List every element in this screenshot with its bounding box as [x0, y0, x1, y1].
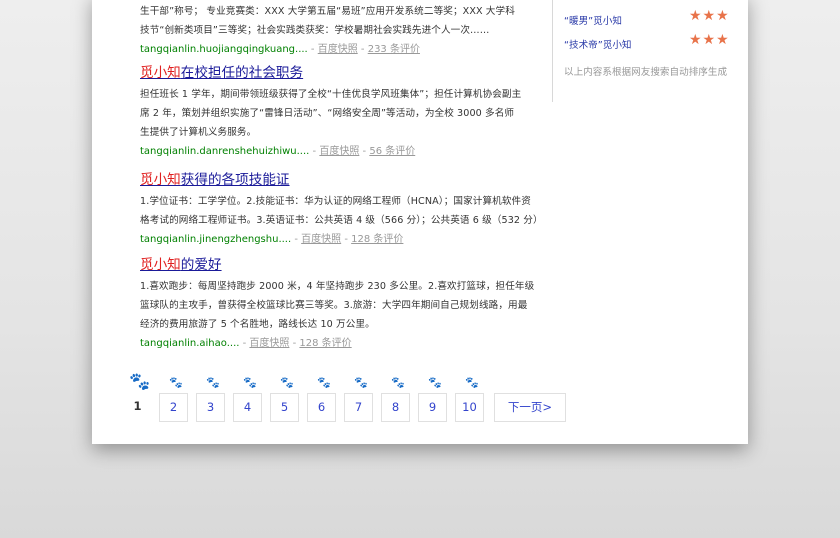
pagination: 1 2 3 4 5 6 7 8 9 10 下一页> — [129, 393, 669, 423]
desc-line: 生提供了计算机义务服务。 — [140, 127, 257, 138]
sidebar-item-label: “技术帝”觅小知 — [564, 40, 632, 51]
desc-line: 经济的费用旅游了 5 个名胜地，路线长达 10 万公里。 — [140, 319, 375, 330]
title-text: 获得的各项技能证 — [180, 172, 290, 188]
comments-link[interactable]: 128 条评价 — [351, 234, 403, 245]
title-highlight: 觅小知 — [140, 257, 181, 273]
title-highlight: 觅小知 — [140, 65, 181, 81]
cache-link[interactable]: 百度快照 — [319, 146, 359, 157]
page-5-button[interactable]: 5 — [270, 393, 299, 422]
result-description: 1.喜欢跑步：每周坚持跑步 2000 米，4 年坚持跑步 230 多公里。2.喜… — [140, 277, 534, 334]
sidebar-related: “暖男”觅小知 ★★★ “技术帝”觅小知 ★★★ 以上内容系根据网友搜索自动排序… — [564, 0, 746, 78]
page-9-button[interactable]: 9 — [418, 393, 447, 422]
star-rating-icon: ★★★ — [689, 32, 730, 48]
baidu-paw-icon: 🐾 — [129, 372, 151, 392]
title-text: 在校担任的社会职务 — [180, 65, 304, 81]
result-url[interactable]: tangqianlin.danrenshehuizhiwu.... — [140, 146, 309, 157]
meta-separator: - — [344, 234, 348, 245]
page-2-button[interactable]: 2 — [159, 393, 188, 422]
meta-separator: - — [292, 338, 297, 349]
result-url[interactable]: tangqianlin.huojiangqingkuang.... — [140, 44, 308, 55]
sidebar-top-cut — [564, 0, 746, 8]
paw-icon: 🐾 — [428, 376, 442, 389]
paw-icon: 🐾 — [465, 376, 479, 389]
page-6-button[interactable]: 6 — [307, 393, 336, 422]
result-meta: tangqianlin.huojiangqingkuang.... - 百度快照… — [140, 43, 515, 57]
paw-icon: 🐾 — [280, 376, 294, 389]
search-result-certificates: 觅小知获得的各项技能证 1.学位证书：工学学位。2.技能证书：华为认证的网络工程… — [140, 168, 543, 247]
page-10-button[interactable]: 10 — [455, 393, 484, 422]
comments-link[interactable]: 233 条评价 — [368, 44, 420, 55]
meta-separator: - — [242, 338, 247, 349]
comments-link[interactable]: 56 条评价 — [369, 146, 415, 157]
result-meta: tangqianlin.danrenshehuizhiwu.... - 百度快照… — [140, 145, 521, 159]
column-divider — [552, 0, 553, 102]
meta-separator: - — [294, 234, 298, 245]
result-title[interactable]: 觅小知在校担任的社会职务 — [140, 61, 521, 81]
result-url[interactable]: tangqianlin.jinengzhengshu.... — [140, 234, 291, 245]
desc-line: 担任班长 1 学年，期间带领班级获得了全校“十佳优良学风班集体”；担任计算机协会… — [140, 89, 522, 100]
paw-icon: 🐾 — [354, 376, 368, 389]
result-url[interactable]: tangqianlin.aihao.... — [140, 338, 239, 349]
pager-paw-row: 🐾 🐾 🐾 🐾 🐾 🐾 🐾 🐾 🐾 🐾 — [129, 372, 489, 392]
desc-line: 1.喜欢跑步：每周坚持跑步 2000 米，4 年坚持跑步 230 多公里。2.喜… — [140, 281, 535, 292]
desc-line: 格考试的网络工程师证书。3.英语证书：公共英语 4 级（566 分）；公共英语 … — [140, 215, 543, 226]
title-text: 的爱好 — [180, 257, 222, 273]
search-result-social-roles: 觅小知在校担任的社会职务 担任班长 1 学年，期间带领班级获得了全校“十佳优良学… — [140, 61, 521, 159]
cache-link[interactable]: 百度快照 — [249, 338, 289, 349]
desc-line: 生干部”称号； 专业竞赛类：XXX 大学第五届“易班”应用开发系统二等奖；XXX… — [140, 6, 515, 17]
page-7-button[interactable]: 7 — [344, 393, 373, 422]
page-4-button[interactable]: 4 — [233, 393, 262, 422]
paw-icon: 🐾 — [391, 376, 405, 389]
cache-link[interactable]: 百度快照 — [318, 44, 358, 55]
page-3-button[interactable]: 3 — [196, 393, 225, 422]
desc-line: 篮球队的主攻手，曾获得全校篮球比赛三等奖。3.旅游：大学四年期间自己规划线路，用… — [140, 300, 528, 311]
star-rating-icon: ★★★ — [689, 8, 730, 24]
sidebar-item-warm-guy[interactable]: “暖男”觅小知 ★★★ — [564, 8, 746, 32]
comments-link[interactable]: 128 条评价 — [299, 338, 351, 349]
result-title[interactable]: 觅小知获得的各项技能证 — [140, 168, 543, 188]
sidebar-item-label: “暖男”觅小知 — [564, 16, 622, 27]
result-description: 担任班长 1 学年，期间带领班级获得了全校“十佳优良学风班集体”；担任计算机协会… — [140, 85, 521, 142]
meta-separator: - — [362, 146, 367, 157]
paw-icon: 🐾 — [243, 376, 257, 389]
search-result-hobbies: 觅小知的爱好 1.喜欢跑步：每周坚持跑步 2000 米，4 年坚持跑步 230 … — [140, 253, 534, 351]
result-sheet: 生干部”称号； 专业竞赛类：XXX 大学第五届“易班”应用开发系统二等奖；XXX… — [92, 0, 748, 444]
page-current: 1 — [133, 399, 142, 413]
result-title[interactable]: 觅小知的爱好 — [140, 253, 534, 273]
meta-separator: - — [360, 44, 365, 55]
result-meta: tangqianlin.aihao.... - 百度快照 - 128 条评价 — [140, 337, 534, 351]
title-highlight: 觅小知 — [140, 172, 181, 188]
desc-line: 1.学位证书：工学学位。2.技能证书：华为认证的网络工程师（HCNA）；国家计算… — [140, 196, 531, 207]
next-page-button[interactable]: 下一页> — [494, 393, 566, 422]
meta-separator: - — [310, 44, 315, 55]
desc-line: 技节“创新类项目”三等奖；社会实践类获奖：学校暑期社会实践先进个人一次…… — [140, 25, 490, 36]
paw-icon: 🐾 — [169, 376, 183, 389]
sidebar-note: 以上内容系根据网友搜索自动排序生成 — [564, 67, 728, 78]
result-description: 1.学位证书：工学学位。2.技能证书：华为认证的网络工程师（HCNA）；国家计算… — [140, 192, 543, 230]
result-description: 生干部”称号； 专业竞赛类：XXX 大学第五届“易班”应用开发系统二等奖；XXX… — [140, 2, 515, 40]
desc-line: 席 2 年，策划并组织实施了“雷锋日活动”、“网络安全周”等活动，为全校 300… — [140, 108, 515, 119]
paw-icon: 🐾 — [206, 376, 220, 389]
paw-icon: 🐾 — [317, 376, 331, 389]
meta-separator: - — [312, 146, 317, 157]
sidebar-item-tech-king[interactable]: “技术帝”觅小知 ★★★ — [564, 32, 746, 56]
page-8-button[interactable]: 8 — [381, 393, 410, 422]
cache-link[interactable]: 百度快照 — [301, 234, 341, 245]
search-result-competition: 生干部”称号； 专业竞赛类：XXX 大学第五届“易班”应用开发系统二等奖；XXX… — [140, 2, 515, 57]
result-meta: tangqianlin.jinengzhengshu.... - 百度快照 - … — [140, 233, 543, 247]
